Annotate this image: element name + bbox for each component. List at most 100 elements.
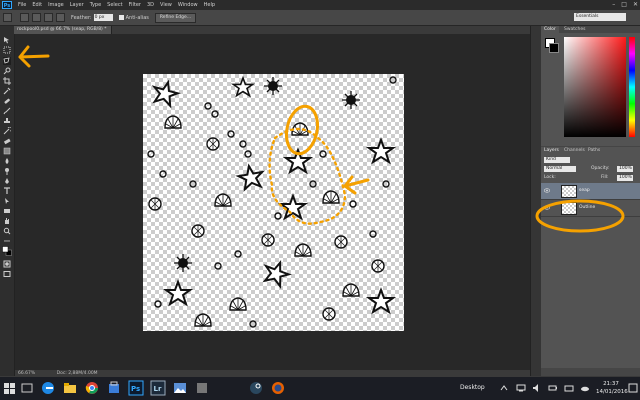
menu-image[interactable]: Image (48, 2, 64, 8)
menu-window[interactable]: Window (178, 2, 198, 8)
menu-file[interactable]: File (18, 2, 26, 8)
menu-3d[interactable]: 3D (147, 2, 154, 8)
history-brush-tool-icon[interactable] (3, 127, 11, 135)
pen-tool-icon[interactable] (3, 177, 11, 185)
clone-stamp-tool-icon[interactable] (3, 117, 11, 125)
tab-layers[interactable]: Layers (541, 147, 562, 154)
chrome-icon[interactable] (84, 380, 100, 396)
app-icon[interactable] (194, 380, 210, 396)
zoom-level[interactable]: 66.67% (18, 371, 35, 376)
eraser-tool-icon[interactable] (3, 137, 11, 145)
layer-filter-kind[interactable]: Kind (544, 157, 570, 163)
path-selection-tool-icon[interactable] (3, 197, 11, 205)
color-swatches-icon[interactable] (2, 246, 12, 256)
layer-name[interactable]: seap (579, 188, 590, 193)
firefox-icon[interactable] (270, 380, 286, 396)
polygonal-lasso-tool-icon[interactable] (3, 57, 11, 65)
options-bar: Feather: 0 px Anti-alias Refine Edge... … (0, 10, 640, 26)
eyedropper-tool-icon[interactable] (3, 87, 11, 95)
type-tool-icon[interactable] (3, 187, 11, 195)
battery-icon[interactable] (548, 383, 558, 393)
layer-name[interactable]: Outline (579, 205, 595, 210)
visibility-eye-icon[interactable] (544, 205, 550, 210)
opacity-label: Opacity: (591, 166, 610, 171)
move-tool-icon[interactable] (3, 36, 11, 44)
desktop-toolbar-label[interactable]: Desktop (460, 384, 485, 391)
keyboard-icon[interactable] (564, 383, 574, 393)
subtract-selection-button[interactable] (44, 13, 53, 22)
gradient-tool-icon[interactable] (3, 147, 11, 155)
window-controls: – □ ✕ (612, 1, 638, 8)
close-button[interactable]: ✕ (633, 1, 638, 8)
steam-icon[interactable] (248, 380, 264, 396)
menu-filter[interactable]: Filter (129, 2, 141, 8)
layer-row-seap[interactable]: seap (541, 183, 640, 200)
add-selection-button[interactable] (32, 13, 41, 22)
visibility-eye-icon[interactable] (544, 188, 550, 193)
action-center-icon[interactable] (628, 382, 638, 394)
menu-select[interactable]: Select (107, 2, 122, 8)
background-color-swatch[interactable] (549, 43, 559, 53)
antialias-checkbox[interactable] (118, 15, 124, 20)
windows-start-icon[interactable] (4, 383, 15, 394)
screen-mode-icon[interactable] (3, 270, 11, 278)
layer-thumbnail (561, 185, 577, 198)
tab-paths[interactable]: Paths (585, 147, 603, 154)
workspace-select[interactable]: Essentials (574, 13, 626, 21)
crop-tool-icon[interactable] (3, 77, 11, 85)
refine-edge-button[interactable]: Refine Edge... (154, 12, 197, 23)
taskbar-clock[interactable]: 21:37 14/01/2016 (596, 380, 628, 396)
document-tab[interactable]: rockpool0.psd @ 66.7% (seap, RGB/8) * (14, 26, 112, 34)
layer-thumbnail (561, 202, 577, 215)
menu-help[interactable]: Help (204, 2, 215, 8)
store-icon[interactable] (106, 380, 122, 396)
fill-label: Fill: (601, 175, 609, 180)
hue-slider[interactable] (629, 37, 635, 137)
more-tools-icon[interactable] (3, 237, 11, 245)
intersect-selection-button[interactable] (56, 13, 65, 22)
blend-mode-select[interactable]: Normal (544, 166, 576, 172)
lightroom-icon[interactable]: Lr (150, 380, 166, 396)
zoom-tool-icon[interactable] (3, 227, 11, 235)
quick-selection-tool-icon[interactable] (3, 67, 11, 75)
menu-type[interactable]: Type (90, 2, 101, 8)
menu-view[interactable]: View (160, 2, 172, 8)
status-bar: 66.67% Doc: 2,88M/4.00M (15, 370, 530, 377)
onedrive-icon[interactable] (580, 383, 590, 393)
blur-tool-icon[interactable] (3, 157, 11, 165)
minimize-button[interactable]: – (612, 1, 615, 8)
color-panel (541, 33, 640, 146)
healing-brush-tool-icon[interactable] (3, 97, 11, 105)
opacity-input[interactable]: 100% (617, 166, 633, 172)
feather-label: Feather: (71, 14, 92, 21)
menu-bar: Ps File Edit Image Layer Type Select Fil… (0, 0, 640, 10)
color-picker-field[interactable] (564, 37, 626, 137)
task-view-icon[interactable] (20, 381, 34, 395)
image-canvas[interactable] (143, 74, 404, 331)
photoshop-icon[interactable]: Ps (128, 380, 144, 396)
feather-input[interactable]: 0 px (93, 14, 113, 21)
dodge-tool-icon[interactable] (3, 167, 11, 175)
shape-tool-icon[interactable] (3, 207, 11, 215)
clock-time: 21:37 (603, 381, 619, 387)
quick-mask-icon[interactable] (3, 260, 11, 268)
file-explorer-icon[interactable] (62, 380, 78, 396)
volume-icon[interactable] (532, 383, 542, 393)
hand-tool-icon[interactable] (3, 217, 11, 225)
tray-chevron-up-icon[interactable] (500, 384, 508, 392)
menu-layer[interactable]: Layer (70, 2, 84, 8)
new-selection-button[interactable] (20, 13, 29, 22)
photos-icon[interactable] (172, 380, 188, 396)
edge-icon[interactable] (40, 380, 56, 396)
maximize-button[interactable]: □ (621, 1, 627, 8)
brush-tool-icon[interactable] (3, 107, 11, 115)
tool-preset-picker[interactable] (3, 13, 12, 22)
layer-row-outline[interactable]: Outline (541, 200, 640, 217)
network-icon[interactable] (516, 383, 526, 393)
tab-swatches[interactable]: Swatches (561, 26, 589, 33)
tab-color[interactable]: Color (541, 26, 559, 33)
tab-channels[interactable]: Channels (561, 147, 588, 154)
menu-edit[interactable]: Edit (32, 2, 42, 8)
marquee-tool-icon[interactable] (3, 46, 11, 54)
fill-input[interactable]: 100% (617, 175, 633, 181)
